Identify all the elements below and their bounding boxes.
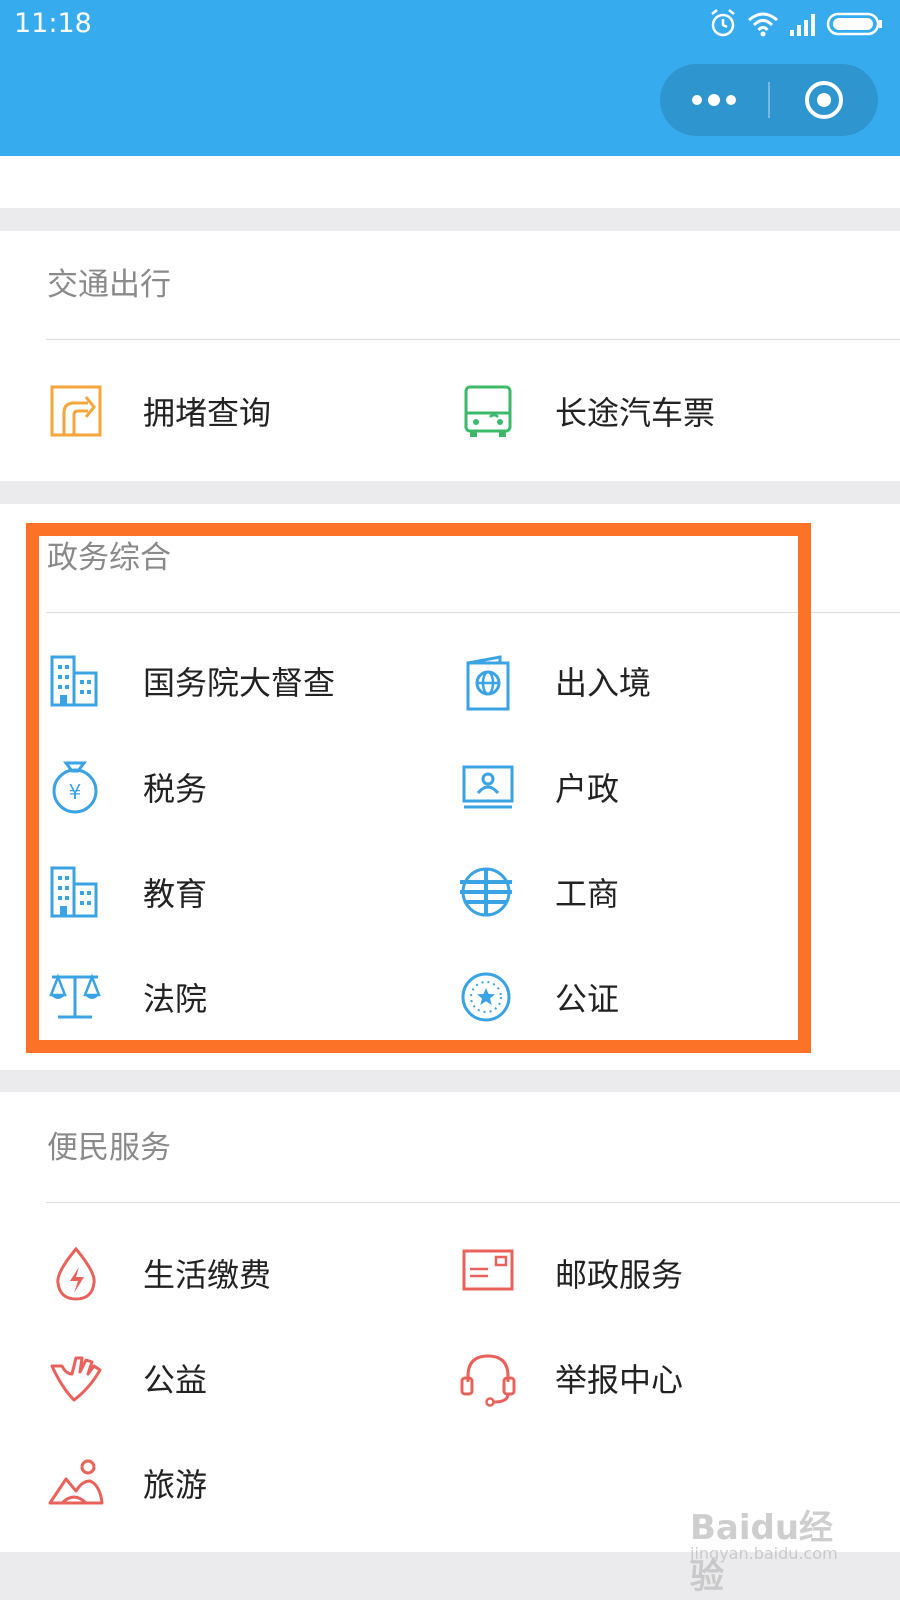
status-bar: 11:18 [0,0,900,48]
top-blank-area [0,156,900,208]
charity-hand-icon [50,1356,102,1402]
status-icons [708,8,888,40]
item-utility-payment[interactable]: 生活缴费 [48,1235,448,1315]
mail-icon [462,1249,514,1291]
utility-drop-icon [56,1246,96,1301]
section-title: 便民服务 [47,1130,171,1166]
item-congestion-query[interactable]: 拥堵查询 [48,373,448,453]
item-label: 旅游 [143,1466,208,1504]
more-button[interactable] [660,64,768,136]
item-postal-service[interactable]: 邮政服务 [460,1235,860,1315]
section-title: 交通出行 [47,267,171,303]
wifi-icon [748,12,778,37]
item-label: 长途汽车票 [555,394,716,432]
travel-icon [48,1459,104,1505]
item-label: 举报中心 [555,1361,684,1399]
item-label: 公益 [143,1361,208,1399]
item-label: 拥堵查询 [143,394,272,432]
close-button[interactable] [770,64,878,136]
battery-icon [826,12,882,36]
signal-icon [790,14,815,36]
bus-icon [464,385,512,437]
watermark-url: jingyan.baidu.com [690,1544,838,1563]
watermark: Baidu经验 jingyan.baidu.com [690,1500,860,1597]
road-turn-icon [50,385,102,437]
section-transport: 交通出行 拥堵查询 长途汽车票 [0,231,900,481]
status-time: 11:18 [14,8,92,39]
highlight-frame [26,523,811,1053]
item-label: 生活缴费 [143,1256,272,1294]
section-convenience: 便民服务 生活缴费 邮政服务 公益 举报中心 旅游 [0,1092,900,1552]
item-label: 邮政服务 [555,1256,684,1294]
section-divider [46,339,900,340]
more-dots-icon [692,94,736,106]
close-target-icon [805,81,843,119]
item-report-center[interactable]: 举报中心 [460,1340,860,1420]
alarm-icon [711,9,735,37]
section-divider [46,1202,900,1203]
nav-bar [0,48,900,156]
item-public-welfare[interactable]: 公益 [48,1340,448,1420]
menu-capsule [660,64,878,136]
item-tourism[interactable]: 旅游 [48,1445,448,1525]
headset-icon [460,1354,516,1407]
item-long-distance-bus[interactable]: 长途汽车票 [460,373,860,453]
